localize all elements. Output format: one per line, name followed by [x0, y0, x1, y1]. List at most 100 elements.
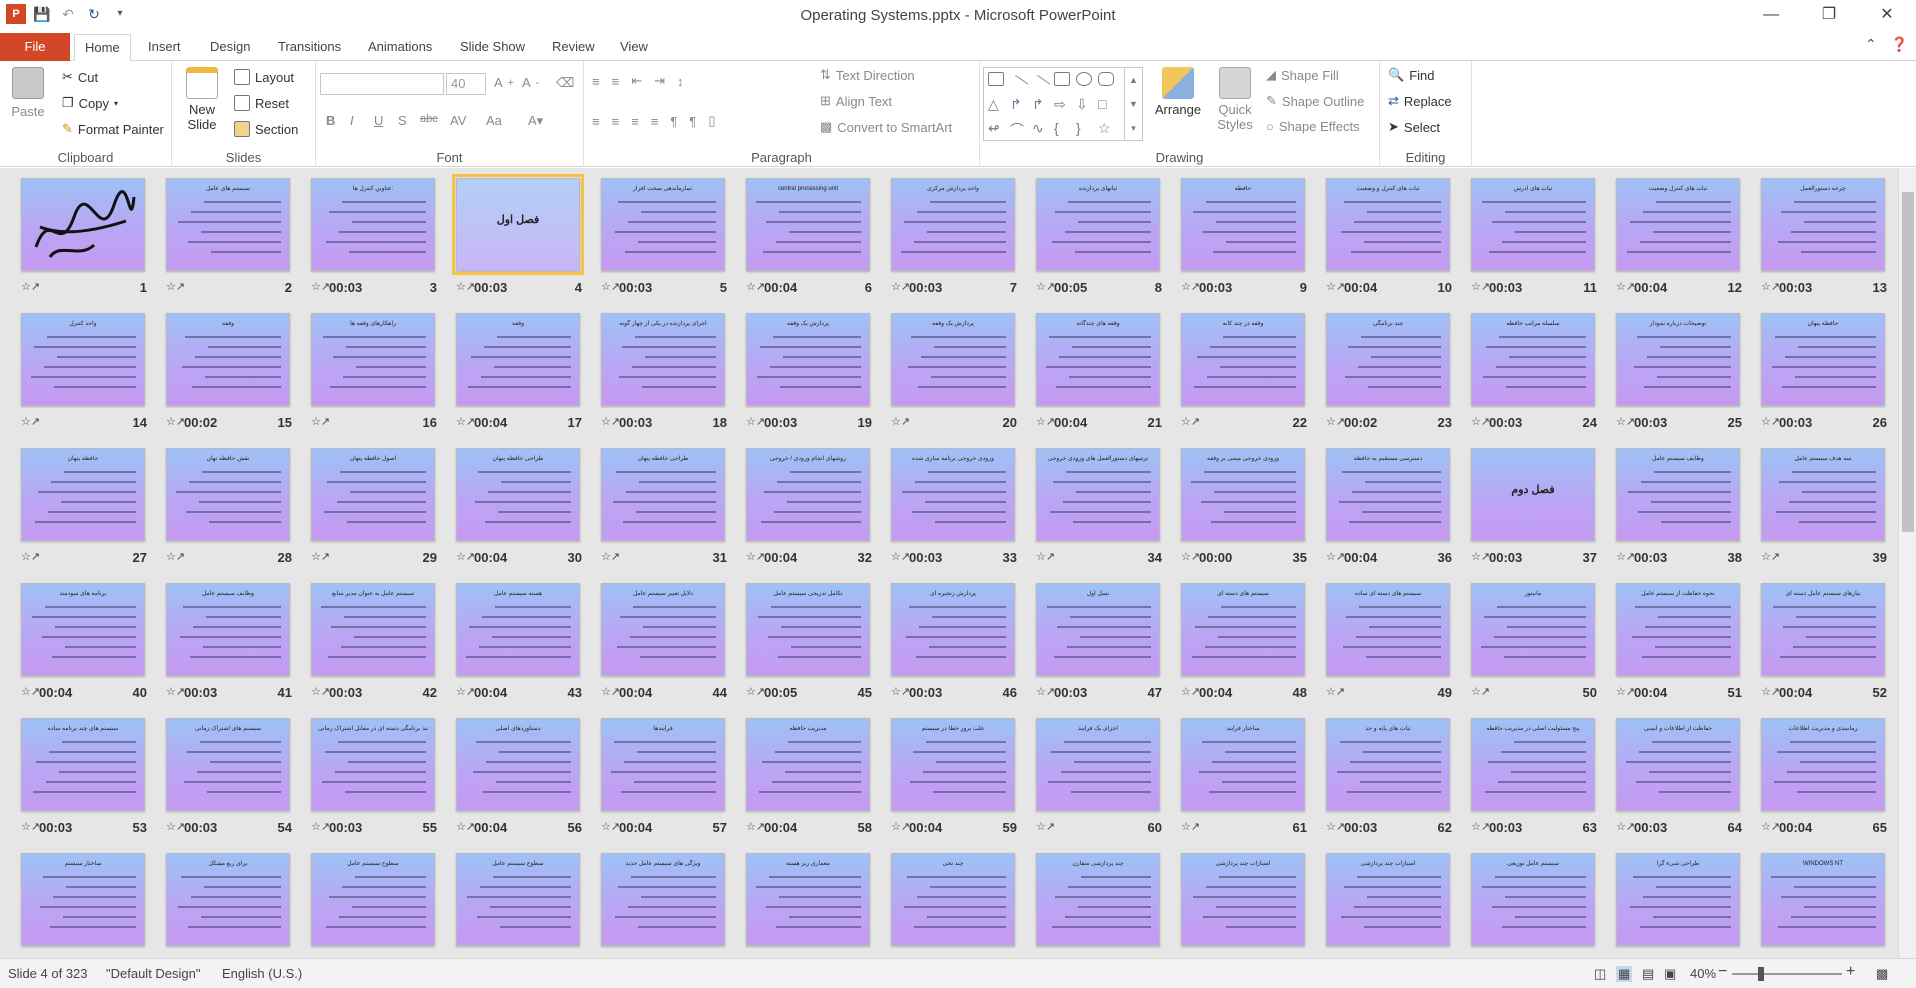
slide-thumbnail[interactable]: ویژگی های سیستم عامل جدید	[601, 853, 725, 946]
shadow-button[interactable]: S	[398, 113, 407, 128]
transition-icon[interactable]: ☆↗	[456, 280, 475, 296]
transition-icon[interactable]: ☆↗	[311, 550, 330, 566]
shape-fill-button[interactable]: ◢ Shape Fill	[1266, 67, 1339, 83]
transition-icon[interactable]: ☆↗	[311, 820, 330, 836]
transition-icon[interactable]: ☆↗	[746, 685, 765, 701]
transition-icon[interactable]: ☆↗	[1326, 415, 1345, 431]
slide-thumbnail[interactable]: پردازش یک وقفه	[891, 313, 1015, 406]
transition-icon[interactable]: ☆↗	[891, 820, 910, 836]
slide-thumbnail[interactable]: حافظه	[1181, 178, 1305, 271]
zoom-level[interactable]: 40%	[1690, 966, 1716, 981]
slide-thumbnail[interactable]: نقش حافظه نهان	[166, 448, 290, 541]
slide-thumbnail[interactable]: وظایف سیستم عامل	[1616, 448, 1740, 541]
slide-thumbnail[interactable]: تکامل تدریجی سیستم عامل	[746, 583, 870, 676]
slide-thumbnail[interactable]: اصول حافظه پنهان	[311, 448, 435, 541]
align-text-button[interactable]: ⊞ Align Text	[820, 93, 892, 109]
replace-button[interactable]: ⇄ Replace	[1388, 93, 1452, 109]
transition-icon[interactable]: ☆↗	[601, 415, 620, 431]
slide-thumbnail[interactable]	[21, 178, 145, 271]
slide-thumbnail[interactable]: WINDOWS NT	[1761, 853, 1885, 946]
transition-icon[interactable]: ☆↗	[21, 820, 40, 836]
slide-thumbnail[interactable]: اجرای پردازنده در یکی از چهار گونه	[601, 313, 725, 406]
left-brace-shape-icon[interactable]: {	[1054, 120, 1070, 136]
restore-icon[interactable]: ❐	[1806, 0, 1852, 30]
slide-thumbnail[interactable]: طراحی حافظه پنهان	[456, 448, 580, 541]
transition-icon[interactable]: ☆↗	[1326, 550, 1345, 566]
slide-thumbnail[interactable]: central processing unit	[746, 178, 870, 271]
slide-thumbnail[interactable]: حفاظت از اطلاعات و ایمنی	[1616, 718, 1740, 811]
slide-thumbnail[interactable]: راهکارهای وقفه ها	[311, 313, 435, 406]
slide-thumbnail[interactable]: روشهای انجام ورودی / خروجی	[746, 448, 870, 541]
slide-thumbnail[interactable]: چند پردازشی متقارن	[1036, 853, 1160, 946]
transition-icon[interactable]: ☆↗	[1181, 280, 1200, 296]
align-right-icon[interactable]: ≡	[631, 114, 639, 129]
slide-thumbnail[interactable]: نسل اول	[1036, 583, 1160, 676]
slide-thumbnail[interactable]: ثباتهای پردازنده	[1036, 178, 1160, 271]
slide-thumbnail[interactable]: سطوح سیستم عامل	[456, 853, 580, 946]
font-name-input[interactable]	[320, 73, 444, 95]
slide-thumbnail[interactable]: دستاوردهای اصلی	[456, 718, 580, 811]
slide-thumbnail[interactable]: سازماندهی سخت افزار:	[601, 178, 725, 271]
triangle-shape-icon[interactable]: △	[988, 96, 1004, 112]
slide-show-view-icon[interactable]: ▣	[1664, 966, 1676, 982]
slide-thumbnail[interactable]: پنج مسئولیت اصلی در مدیریت حافظه	[1471, 718, 1595, 811]
slide-thumbnail[interactable]: مانیتور	[1471, 583, 1595, 676]
transition-icon[interactable]: ☆↗	[1181, 415, 1200, 431]
tab-transitions[interactable]: Transitions	[268, 34, 351, 61]
slide-thumbnail[interactable]: وظایف سیستم عامل	[166, 583, 290, 676]
text-direction-button[interactable]: ⇅ Text Direction	[820, 67, 915, 83]
right-brace-shape-icon[interactable]: }	[1076, 120, 1092, 136]
slide-thumbnail[interactable]: وقفه	[456, 313, 580, 406]
transition-icon[interactable]: ☆↗	[891, 415, 910, 431]
slide-thumbnail[interactable]: سیستم عامل توزیعی	[1471, 853, 1595, 946]
transition-icon[interactable]: ☆↗	[1761, 685, 1780, 701]
zoom-slider-thumb[interactable]	[1758, 967, 1764, 981]
slide-thumbnail[interactable]: حافظه پنهان	[21, 448, 145, 541]
transition-icon[interactable]: ☆↗	[166, 550, 185, 566]
transition-icon[interactable]: ☆↗	[891, 685, 910, 701]
transition-icon[interactable]: ☆↗	[1471, 280, 1490, 296]
slide-thumbnail[interactable]: پردازش زنجیره ای	[891, 583, 1015, 676]
tab-review[interactable]: Review	[542, 34, 605, 61]
columns-icon[interactable]: ▯	[708, 113, 715, 129]
arrow-shape-icon[interactable]	[1029, 74, 1051, 96]
fit-to-window-icon[interactable]: ▩	[1876, 966, 1888, 982]
transition-icon[interactable]: ☆↗	[746, 820, 765, 836]
reading-view-icon[interactable]: ▤	[1642, 966, 1654, 982]
ltr-icon[interactable]: ¶	[670, 114, 677, 129]
find-button[interactable]: 🔍 Find	[1388, 67, 1434, 83]
transition-icon[interactable]: ☆↗	[21, 415, 40, 431]
transition-icon[interactable]: ☆↗	[21, 685, 40, 701]
tab-design[interactable]: Design	[200, 34, 260, 61]
transition-icon[interactable]: ☆↗	[1036, 550, 1055, 566]
slide-thumbnail[interactable]: سیستم های چند برنامه ساده	[21, 718, 145, 811]
transition-icon[interactable]: ☆↗	[1326, 820, 1345, 836]
font-size-input[interactable]: 40	[446, 73, 486, 95]
slide-thumbnail[interactable]: وقفه	[166, 313, 290, 406]
zoom-slider[interactable]	[1732, 967, 1842, 981]
transition-icon[interactable]: ☆↗	[21, 550, 40, 566]
rounded-rect-shape-icon[interactable]	[1098, 72, 1114, 86]
transition-icon[interactable]: ☆↗	[1761, 280, 1780, 296]
transition-icon[interactable]: ☆↗	[166, 685, 185, 701]
transition-icon[interactable]: ☆↗	[311, 280, 330, 296]
transition-icon[interactable]: ☆↗	[1036, 280, 1055, 296]
section-button[interactable]: Section	[234, 121, 298, 137]
slide-thumbnail[interactable]: سیستم های دسته ای	[1181, 583, 1305, 676]
tab-animations[interactable]: Animations	[358, 34, 442, 61]
shapes-gallery[interactable]: △ ↱ ↱ ⇨ ⇩ □ ↫ ⌒ ∿ { } ☆ ▲ ▼ ▾	[983, 67, 1143, 141]
minimize-icon[interactable]: —	[1748, 0, 1794, 30]
bullets-icon[interactable]: ≡	[592, 74, 600, 89]
normal-view-icon[interactable]: ◫	[1594, 966, 1606, 982]
textbox-shape-icon[interactable]	[988, 72, 1004, 86]
curve-shape-icon[interactable]: ∿	[1032, 120, 1048, 136]
character-spacing-icon[interactable]: AV	[450, 113, 466, 128]
shapes-more-icon[interactable]: ▲ ▼ ▾	[1124, 68, 1142, 140]
convert-smartart-button[interactable]: ▩ Convert to SmartArt	[820, 119, 952, 135]
slide-thumbnail[interactable]: زمانبندی و مدیریت اطلاعات	[1761, 718, 1885, 811]
curved-connector-icon[interactable]: ↱	[1032, 96, 1048, 112]
transition-icon[interactable]: ☆↗	[1616, 685, 1635, 701]
clear-formatting-icon[interactable]: ⌫	[556, 75, 574, 91]
slide-thumbnail[interactable]: طراحی شیء گرا	[1616, 853, 1740, 946]
right-arrow-shape-icon[interactable]: ⇨	[1054, 96, 1070, 112]
